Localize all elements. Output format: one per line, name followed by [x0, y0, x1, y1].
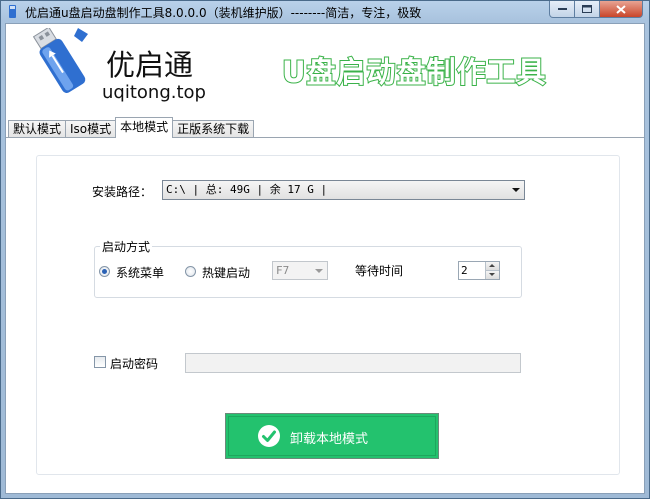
tab-divider [6, 137, 644, 138]
radio-hotkey-boot[interactable] [185, 266, 196, 277]
boot-password-checkbox[interactable] [94, 356, 106, 368]
app-window: 优启通u盘启动盘制作工具8.0.0.0（装机维护版）--------简洁，专注，… [0, 0, 650, 499]
wait-time-spinner[interactable]: 2 [458, 261, 500, 280]
minimize-button[interactable] [549, 1, 575, 18]
slogan: U盘启动盘制作工具 [281, 54, 547, 90]
main-client-area: 优启通 uqitong.top U盘启动盘制作工具 默认模式 Iso模式 本地模… [5, 23, 645, 494]
wait-time-label: 等待时间 [355, 264, 404, 278]
brand-name: 优启通 [106, 48, 194, 82]
wait-time-value: 2 [461, 264, 468, 277]
radio-selected-dot [102, 269, 107, 274]
tab-iso-mode[interactable]: Iso模式 [65, 120, 117, 138]
check-circle-icon [258, 425, 280, 447]
minimize-icon [557, 8, 567, 10]
mode-tabs: 默认模式 Iso模式 本地模式 正版系统下载 [8, 117, 255, 138]
install-path-value: C:\ | 总: 49G | 余 17 G | [166, 183, 328, 196]
spin-up-icon[interactable] [486, 262, 499, 271]
install-path-select[interactable]: C:\ | 总: 49G | 余 17 G | [162, 180, 525, 200]
close-icon [616, 4, 626, 14]
maximize-icon [582, 5, 592, 13]
radio-system-menu[interactable] [99, 266, 110, 277]
caption-buttons [549, 1, 643, 19]
uninstall-local-mode-label: 卸载本地模式 [290, 432, 369, 447]
close-button[interactable] [600, 1, 643, 18]
chevron-down-icon [315, 269, 323, 273]
hotkey-boot-label: 热键启动 [202, 266, 251, 280]
maximize-button[interactable] [575, 1, 600, 18]
hotkey-value: F7 [276, 264, 290, 277]
system-menu-label: 系统菜单 [116, 266, 165, 280]
install-path-label: 安装路径： [92, 185, 153, 199]
chevron-down-icon [512, 188, 520, 192]
uninstall-local-mode-button[interactable]: 卸载本地模式 [225, 413, 439, 459]
title-bar[interactable]: 优启通u盘启动盘制作工具8.0.0.0（装机维护版）--------简洁，专注，… [1, 1, 649, 23]
window-title: 优启通u盘启动盘制作工具8.0.0.0（装机维护版）--------简洁，专注，… [25, 6, 422, 20]
app-icon [9, 5, 16, 18]
tab-default-mode[interactable]: 默认模式 [8, 120, 67, 138]
tab-genuine-system-download[interactable]: 正版系统下载 [172, 120, 255, 138]
tab-local-mode[interactable]: 本地模式 [115, 117, 174, 138]
boot-password-label: 启动密码 [110, 357, 159, 371]
boot-mode-group-title: 启动方式 [100, 238, 153, 255]
usb-drive-icon [32, 28, 88, 93]
brand-url: uqitong.top [102, 82, 206, 103]
spin-down-icon[interactable] [486, 271, 499, 279]
boot-password-input[interactable] [185, 353, 521, 373]
spinner-buttons [485, 262, 499, 279]
hotkey-select[interactable]: F7 [272, 261, 328, 280]
